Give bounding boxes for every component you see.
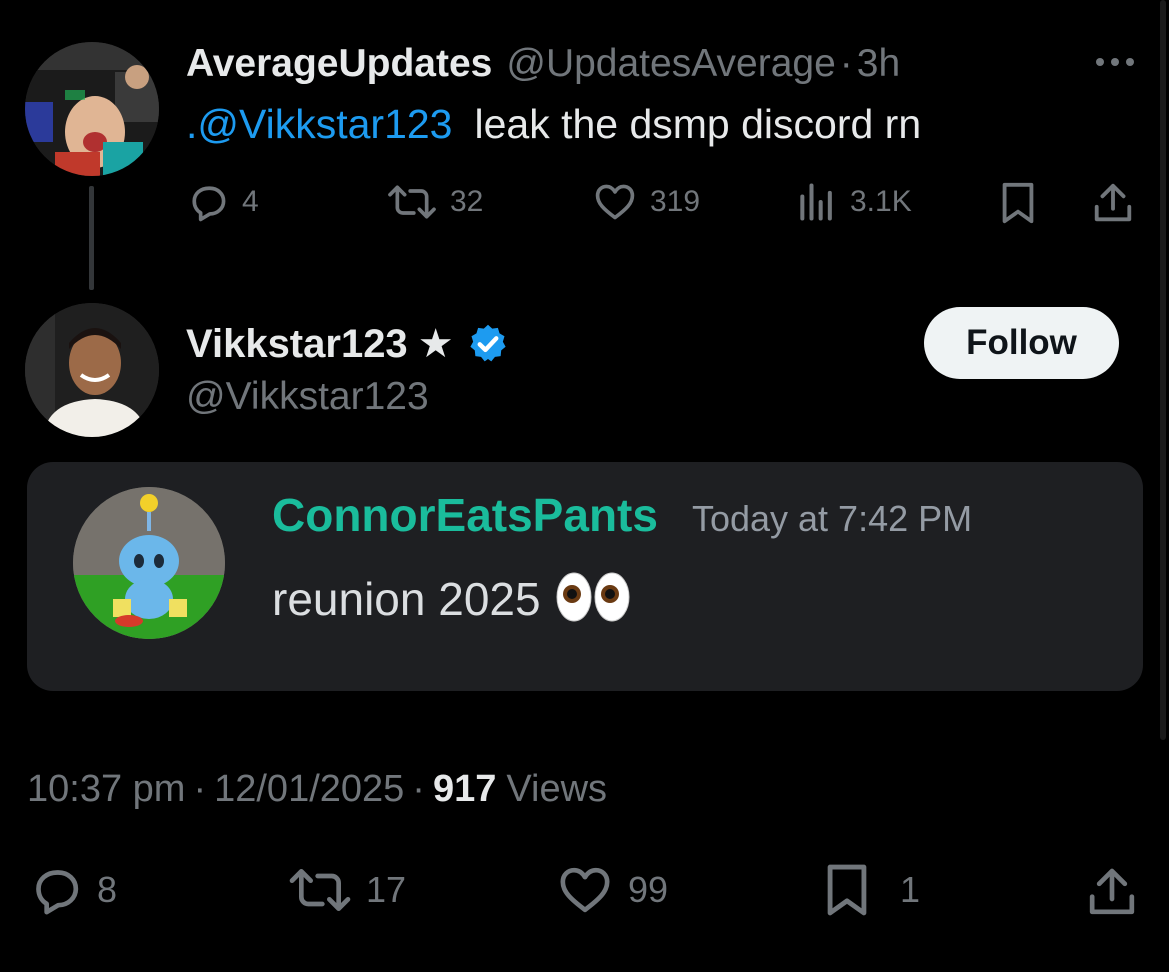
repost-icon (286, 862, 354, 918)
parent-tweet-text: .@Vikkstar123 leak the dsmp discord rn (186, 98, 921, 150)
main-repost-button[interactable]: 17 (286, 862, 406, 918)
scrollbar[interactable] (1160, 0, 1166, 740)
follow-button[interactable]: Follow (924, 307, 1119, 379)
eyes-emoji (555, 571, 631, 628)
tweet-time[interactable]: 10:37 pm (27, 768, 185, 811)
main-author-line: Vikkstar123 ★ (186, 318, 510, 370)
heart-icon (592, 180, 638, 224)
main-bookmark-button[interactable]: 1 (822, 862, 920, 918)
tweet-meta: 10:37 pm · 12/01/2025 · 917 Views (27, 762, 607, 816)
heart-icon (554, 862, 616, 918)
bookmark-icon (822, 861, 872, 919)
verified-badge-icon[interactable] (466, 322, 510, 366)
parent-repost-count: 32 (450, 185, 484, 218)
parent-views-button[interactable]: 3.1K (796, 180, 912, 224)
star-glyph: ★ (417, 322, 454, 366)
message-header: ConnorEatsPants Today at 7:42 PM (272, 488, 972, 546)
avatar-vikkstar123[interactable] (25, 303, 159, 437)
main-reply-count: 8 (97, 869, 118, 910)
parent-author-line: AverageUpdates @UpdatesAverage · 3h (186, 40, 900, 88)
bookmark-icon[interactable] (998, 180, 1038, 226)
message-body: reunion 2025 (272, 568, 631, 630)
meta-separator-2: · (412, 767, 425, 810)
parent-repost-button[interactable]: 32 (386, 180, 483, 224)
parent-like-button[interactable]: 319 (592, 180, 700, 224)
main-reply-button[interactable]: 8 (27, 862, 117, 918)
main-bookmark-count: 1 (900, 869, 921, 910)
parent-handle[interactable]: @UpdatesAverage (506, 42, 835, 86)
share-icon[interactable] (1090, 180, 1136, 226)
main-repost-count: 17 (366, 869, 407, 910)
parent-display-name[interactable]: AverageUpdates (186, 42, 492, 86)
more-horizontal-icon[interactable] (1092, 52, 1138, 72)
reply-icon (27, 862, 85, 918)
views-label: Views (506, 767, 608, 810)
parent-time[interactable]: 3h (857, 42, 900, 86)
parent-reply-button[interactable]: 4 (186, 180, 259, 224)
message-username: ConnorEatsPants (272, 489, 658, 541)
parent-views-count: 3.1K (850, 185, 912, 218)
main-like-count: 99 (628, 869, 669, 910)
message-text: reunion 2025 (272, 573, 541, 625)
parent-reply-count: 4 (242, 185, 259, 218)
thread-line (89, 186, 94, 290)
main-like-button[interactable]: 99 (554, 862, 668, 918)
message-avatar (73, 487, 225, 639)
reply-icon (186, 180, 230, 224)
mention-link[interactable]: .@Vikkstar123 (186, 101, 452, 148)
views-count: 917 (432, 767, 497, 810)
parent-separator: · (839, 42, 853, 85)
main-display-name[interactable]: Vikkstar123 (186, 322, 408, 367)
avatar-averageupdates[interactable] (25, 42, 159, 176)
message-timestamp: Today at 7:42 PM (691, 498, 973, 539)
analytics-icon (796, 180, 838, 224)
share-icon[interactable] (1084, 864, 1140, 920)
parent-text: leak the dsmp discord rn (474, 100, 922, 147)
meta-separator: · (193, 767, 207, 810)
parent-like-count: 319 (650, 185, 701, 218)
tweet-date[interactable]: 12/01/2025 (214, 768, 404, 811)
main-handle[interactable]: @Vikkstar123 (186, 372, 429, 422)
repost-icon (386, 180, 438, 224)
